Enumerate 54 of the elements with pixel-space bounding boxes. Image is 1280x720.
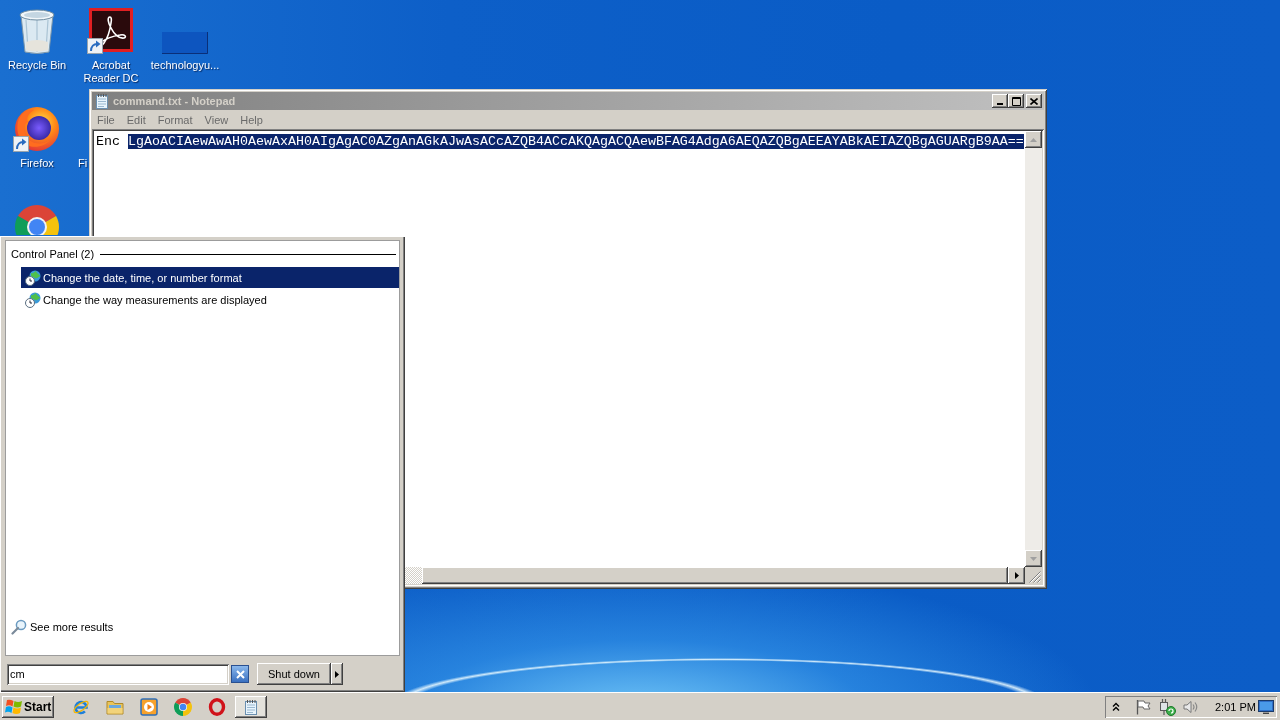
scroll-up-button[interactable] <box>1025 131 1042 148</box>
monitor-icon[interactable] <box>1258 699 1274 714</box>
waving-flag-icon <box>5 698 22 715</box>
see-more-results-link[interactable]: See more results <box>6 619 114 635</box>
menu-item[interactable]: Format <box>152 112 199 127</box>
close-icon <box>1030 97 1038 105</box>
desktop-icon-label[interactable]: technologyu... <box>150 59 220 72</box>
document-text: Enc <box>96 134 120 149</box>
menu-item[interactable]: View <box>199 112 235 127</box>
caret-right-icon <box>1014 572 1019 579</box>
notepad-icon <box>94 93 110 109</box>
caret-right-icon <box>335 670 339 678</box>
search-field[interactable]: cm <box>7 663 229 685</box>
scrollbar-thumb[interactable] <box>422 567 1008 584</box>
chevron-up-icon[interactable] <box>1112 702 1120 711</box>
speaker-icon[interactable] <box>1183 698 1199 715</box>
blank-thumbnail-icon[interactable] <box>162 32 208 54</box>
desktop-icon-label[interactable]: Recycle Bin <box>7 59 67 72</box>
group-header: Control Panel (2) <box>11 248 95 261</box>
scroll-right-button[interactable] <box>1008 567 1025 584</box>
search-result-item[interactable]: Change the date, time, or number format <box>21 267 399 288</box>
curved-a-logo-icon[interactable] <box>89 8 133 52</box>
network-icon[interactable] <box>1158 697 1176 716</box>
play-icon[interactable] <box>140 697 158 716</box>
maximize-icon <box>1011 96 1021 106</box>
search-icon <box>11 619 27 635</box>
selected-text: LgAoACIAewAwAH0AewAxAH0AIgAgAC0AZgAnAGkAJwAsACcAZQB4ACcAKQAgACQAewBFAG4AdgA6AEQAZQBgAEEAYABkAEIAZQBgAGUARgB9AA== <box>128 134 1024 149</box>
desktop-icon-label[interactable]: Fi <box>78 157 88 170</box>
flag-icon[interactable] <box>1135 698 1151 715</box>
notepad-icon <box>243 698 259 715</box>
caret-down-icon <box>1030 556 1037 561</box>
window-title: command.txt - Notepad <box>113 94 236 108</box>
resize-grip-icon[interactable] <box>1029 571 1041 583</box>
menu-item[interactable]: File <box>92 112 121 127</box>
caret-up-icon <box>1030 137 1037 142</box>
globe-clock-icon <box>25 291 41 308</box>
clock[interactable]: 2:01 PM <box>1215 700 1256 713</box>
taskbar-button[interactable] <box>235 695 267 718</box>
globe-clock-icon <box>25 269 41 286</box>
trash-bin-icon[interactable] <box>18 8 56 54</box>
minimize-icon <box>997 102 1003 105</box>
desktop-icon-label[interactable]: Acrobat Reader DC <box>75 59 147 85</box>
desktop-icon-label[interactable]: Firefox <box>20 157 54 170</box>
ring-icon[interactable] <box>208 697 226 716</box>
vertical-scrollbar[interactable] <box>1025 131 1042 567</box>
shut-down-button[interactable]: Shut down <box>257 663 331 685</box>
cross-icon <box>235 669 245 679</box>
scroll-down-button[interactable] <box>1025 550 1042 567</box>
menu-item[interactable]: Help <box>235 112 269 127</box>
clear-search-button[interactable] <box>231 665 249 683</box>
menu-item[interactable]: Edit <box>121 112 152 127</box>
start-button[interactable]: Start <box>2 695 54 718</box>
shut-down-options-button[interactable] <box>331 663 343 685</box>
tricolor-ring-icon[interactable] <box>174 697 192 716</box>
